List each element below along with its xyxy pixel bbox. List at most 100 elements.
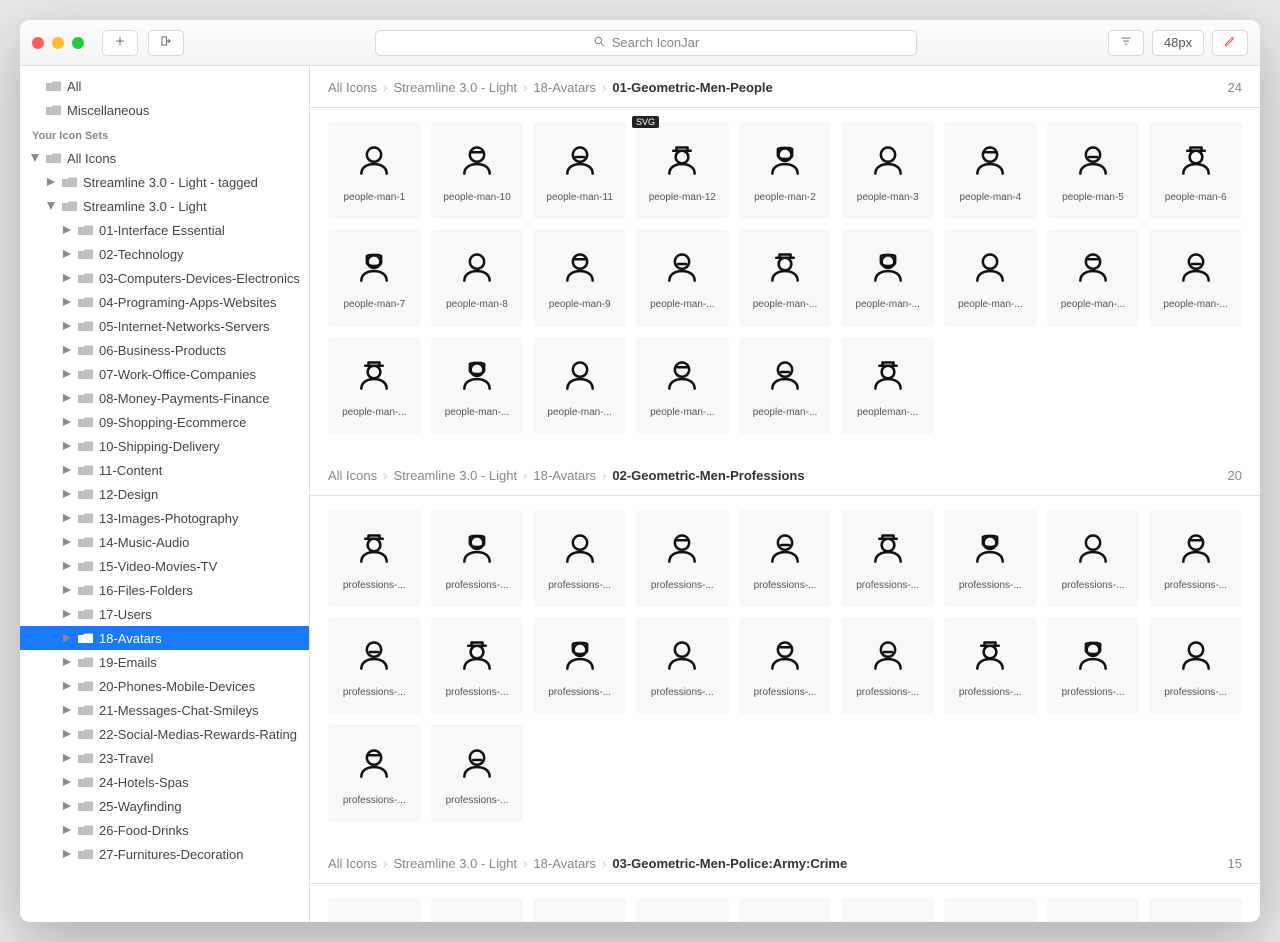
icon-card[interactable]: people-man-9 — [533, 229, 626, 326]
sidebar-builtin-item[interactable]: All — [20, 74, 309, 98]
icon-card[interactable]: professions-... — [636, 510, 729, 607]
window-close-button[interactable] — [32, 37, 44, 49]
icon-card[interactable]: army-man — [328, 898, 421, 922]
sidebar-folder[interactable]: 07-Work-Office-Companies — [20, 362, 309, 386]
sidebar-set[interactable]: Streamline 3.0 - Light - tagged — [20, 170, 309, 194]
icon-card[interactable]: professions-... — [328, 510, 421, 607]
breadcrumb-item[interactable]: Streamline 3.0 - Light — [393, 80, 517, 95]
sidebar-builtin-item[interactable]: Miscellaneous — [20, 98, 309, 122]
icon-card[interactable]: people-man-10 — [431, 122, 524, 219]
breadcrumb-item[interactable]: 01-Geometric-Men-People — [612, 80, 772, 95]
sidebar-folder[interactable]: 22-Social-Medias-Rewards-Rating — [20, 722, 309, 746]
icon-card[interactable]: people-man-7 — [328, 229, 421, 326]
icon-card[interactable]: professions-... — [1149, 510, 1242, 607]
icon-card[interactable]: professions-... — [1149, 617, 1242, 714]
sidebar-set[interactable]: Streamline 3.0 - Light — [20, 194, 309, 218]
breadcrumb-item[interactable]: 02-Geometric-Men-Professions — [612, 468, 804, 483]
window-minimize-button[interactable] — [52, 37, 64, 49]
sidebar-folder[interactable]: 13-Images-Photography — [20, 506, 309, 530]
breadcrumb-item[interactable]: 18-Avatars — [533, 468, 596, 483]
icon-card[interactable]: people-man-8 — [431, 229, 524, 326]
sidebar-folder[interactable]: 11-Content — [20, 458, 309, 482]
sidebar-folder[interactable]: 03-Computers-Devices-Electronics — [20, 266, 309, 290]
search-input[interactable]: Search IconJar — [375, 30, 917, 56]
breadcrumb-item[interactable]: 18-Avatars — [533, 856, 596, 871]
icon-card[interactable]: peopleman-... — [841, 337, 934, 434]
icon-card[interactable]: professions-... — [328, 724, 421, 821]
icon-card[interactable]: crime-man-ni... — [533, 898, 626, 922]
sidebar-folder[interactable]: 15-Video-Movies-TV — [20, 554, 309, 578]
breadcrumb-item[interactable]: All Icons — [328, 468, 377, 483]
sidebar-folder[interactable]: 27-Furnitures-Decoration — [20, 842, 309, 866]
icon-card[interactable]: people-man-... — [328, 337, 421, 434]
sidebar-folder[interactable]: 14-Music-Audio — [20, 530, 309, 554]
icon-card[interactable]: professions-... — [739, 617, 832, 714]
sidebar-folder[interactable]: 12-Design — [20, 482, 309, 506]
breadcrumb-item[interactable]: All Icons — [328, 80, 377, 95]
sidebar-folder[interactable]: 06-Business-Products — [20, 338, 309, 362]
icon-card[interactable]: people-man-... — [739, 337, 832, 434]
icon-card[interactable]: professions-... — [636, 617, 729, 714]
breadcrumb-item[interactable]: Streamline 3.0 - Light — [393, 856, 517, 871]
icon-card[interactable]: people-man-2 — [739, 122, 832, 219]
sidebar-folder[interactable]: 24-Hotels-Spas — [20, 770, 309, 794]
add-button[interactable] — [102, 30, 138, 56]
icon-card[interactable]: crime-man-t... — [944, 898, 1037, 922]
icon-card[interactable]: crime-man-ri... — [636, 898, 729, 922]
sidebar-folder[interactable]: 26-Food-Drinks — [20, 818, 309, 842]
icon-card[interactable]: people-man-6 — [1149, 122, 1242, 219]
content-area[interactable]: All Icons›Streamline 3.0 - Light›18-Avat… — [310, 66, 1260, 922]
icon-card[interactable]: professions-... — [1047, 617, 1140, 714]
icon-card[interactable]: professions-... — [944, 510, 1037, 607]
icon-card[interactable]: people-man-... — [841, 229, 934, 326]
sidebar-folder[interactable]: 21-Messages-Chat-Smileys — [20, 698, 309, 722]
breadcrumb-item[interactable]: All Icons — [328, 856, 377, 871]
sidebar-folder[interactable]: 04-Programing-Apps-Websites — [20, 290, 309, 314]
icon-card[interactable]: professions-... — [944, 617, 1037, 714]
breadcrumb-item[interactable]: 03-Geometric-Men-Police:Army:Crime — [612, 856, 847, 871]
icon-card[interactable]: people-man-... — [431, 337, 524, 434]
sidebar-folder[interactable]: 05-Internet-Networks-Servers — [20, 314, 309, 338]
icon-card[interactable]: professions-... — [431, 724, 524, 821]
sidebar-folder[interactable]: 18-Avatars — [20, 626, 309, 650]
sidebar-folder[interactable]: 17-Users — [20, 602, 309, 626]
icon-card[interactable]: professions-... — [328, 617, 421, 714]
icon-card[interactable]: crime-man-ri... — [739, 898, 832, 922]
icon-card[interactable]: people-man-3 — [841, 122, 934, 219]
icon-card[interactable]: crime-man-t... — [1149, 898, 1242, 922]
sidebar-folder[interactable]: 08-Money-Payments-Finance — [20, 386, 309, 410]
icon-card[interactable]: people-man-5 — [1047, 122, 1140, 219]
icon-card[interactable]: people-man-... — [533, 337, 626, 434]
icon-card[interactable]: professions-... — [431, 510, 524, 607]
sidebar-folder[interactable]: 23-Travel — [20, 746, 309, 770]
icon-card[interactable]: professions-... — [533, 510, 626, 607]
icon-card[interactable]: crime-man-in... — [431, 898, 524, 922]
sidebar-folder[interactable]: 16-Files-Folders — [20, 578, 309, 602]
export-button[interactable] — [148, 30, 184, 56]
edit-button[interactable] — [1212, 30, 1248, 56]
icon-card[interactable]: crime-man-t... — [1047, 898, 1140, 922]
icon-card[interactable]: people-man-... — [636, 337, 729, 434]
sidebar-root[interactable]: All Icons — [20, 146, 309, 170]
sidebar-folder[interactable]: 25-Wayfinding — [20, 794, 309, 818]
icon-card[interactable]: SVGpeople-man-12 — [636, 122, 729, 219]
sidebar-folder[interactable]: 10-Shipping-Delivery — [20, 434, 309, 458]
sidebar-folder[interactable]: 09-Shopping-Ecommerce — [20, 410, 309, 434]
sidebar-folder[interactable]: 01-Interface Essential — [20, 218, 309, 242]
icon-card[interactable]: people-man-... — [1047, 229, 1140, 326]
icon-card[interactable]: crime-man-t... — [841, 898, 934, 922]
icon-card[interactable]: professions-... — [841, 510, 934, 607]
sidebar-folder[interactable]: 19-Emails — [20, 650, 309, 674]
window-zoom-button[interactable] — [72, 37, 84, 49]
icon-card[interactable]: professions-... — [1047, 510, 1140, 607]
icon-card[interactable]: people-man-... — [1149, 229, 1242, 326]
icon-card[interactable]: professions-... — [739, 510, 832, 607]
breadcrumb-item[interactable]: 18-Avatars — [533, 80, 596, 95]
sidebar[interactable]: AllMiscellaneousYour Icon SetsAll IconsS… — [20, 66, 310, 922]
breadcrumb-item[interactable]: Streamline 3.0 - Light — [393, 468, 517, 483]
icon-card[interactable]: people-man-1 — [328, 122, 421, 219]
size-selector[interactable]: 48px — [1152, 30, 1204, 56]
filter-button[interactable] — [1108, 30, 1144, 56]
icon-card[interactable]: professions-... — [431, 617, 524, 714]
icon-card[interactable]: people-man-... — [636, 229, 729, 326]
